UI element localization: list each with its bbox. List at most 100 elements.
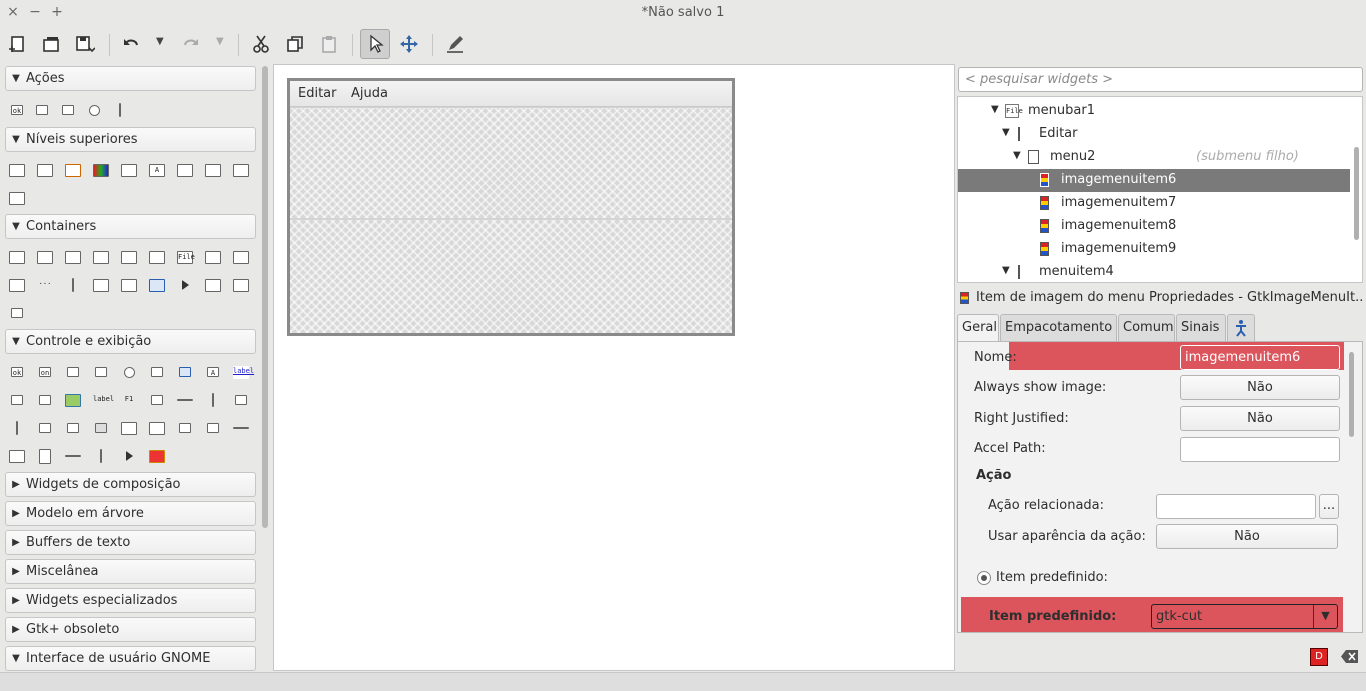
accel-label-icon[interactable]: F1	[119, 390, 139, 410]
frame-icon[interactable]	[119, 247, 139, 267]
design-canvas[interactable]: Editar Ajuda	[273, 64, 955, 671]
hseparator-icon[interactable]	[91, 418, 111, 438]
vscale-icon[interactable]	[203, 390, 223, 410]
hbox-icon[interactable]	[7, 247, 27, 267]
widget-search-input[interactable]: < pesquisar widgets >	[958, 67, 1363, 92]
chevron-down-icon[interactable]: ▼	[1313, 605, 1337, 628]
scrolled-window-icon[interactable]	[7, 303, 27, 323]
menubar-icon[interactable]: File	[175, 247, 195, 267]
vline-icon[interactable]	[91, 446, 111, 466]
volume-button-icon[interactable]	[35, 390, 55, 410]
image-widget-icon[interactable]	[63, 390, 83, 410]
dialog-icon[interactable]	[35, 160, 55, 180]
shapes-icon[interactable]	[147, 446, 167, 466]
icon-view-icon[interactable]	[175, 418, 195, 438]
expander-down-icon[interactable]: ▼	[1002, 127, 1010, 138]
palette-section-containers[interactable]: ▼ Containers	[5, 214, 256, 239]
label-icon[interactable]: label	[91, 390, 114, 410]
open-icon[interactable]	[36, 29, 66, 59]
expander-down-icon[interactable]: ▼	[1002, 265, 1010, 276]
entry-icon[interactable]	[175, 362, 195, 382]
tab-geral[interactable]: Geral	[957, 314, 999, 342]
viewport-icon[interactable]	[231, 275, 251, 295]
tree-row[interactable]: ▼ menu2 (submenu filho)	[958, 146, 1350, 169]
copy-icon[interactable]	[280, 29, 310, 59]
palette-section-acoes[interactable]: ▼ Ações	[5, 66, 256, 91]
use-action-appearance-toggle[interactable]: Não	[1156, 524, 1338, 549]
menu-ajuda[interactable]: Ajuda	[351, 86, 388, 101]
separator-icon[interactable]	[231, 418, 251, 438]
tab-accessibility[interactable]	[1227, 314, 1255, 342]
list-icon[interactable]	[35, 446, 55, 466]
spin-button-icon[interactable]	[91, 362, 111, 382]
color-dialog-icon[interactable]	[91, 160, 111, 180]
tree-scrollbar[interactable]	[1354, 147, 1359, 240]
accel-path-field[interactable]	[1180, 437, 1340, 462]
hscrollbar-icon[interactable]	[231, 390, 251, 410]
hpaned-icon[interactable]	[231, 247, 251, 267]
menu-editar[interactable]: Editar	[298, 86, 337, 101]
recent-action-icon[interactable]	[84, 100, 104, 120]
link-button-icon[interactable]: label	[231, 362, 254, 382]
tree-row[interactable]: imagemenuitem9	[958, 238, 1350, 261]
tree-row[interactable]: ▼ menuitem4	[958, 261, 1350, 282]
clear-icon[interactable]	[1341, 649, 1359, 664]
vbox-icon[interactable]	[35, 247, 55, 267]
alignment-icon[interactable]	[203, 275, 223, 295]
stock-item-radio[interactable]	[977, 571, 991, 585]
tab-empacotamento[interactable]: Empacotamento	[1000, 314, 1117, 342]
combo-box-icon[interactable]	[35, 418, 55, 438]
text-view-icon[interactable]	[119, 418, 139, 438]
font-button-icon[interactable]: A	[203, 362, 223, 382]
arrow-icon[interactable]	[203, 418, 223, 438]
properties-scrollbar[interactable]	[1349, 352, 1354, 437]
eventbox-icon[interactable]	[175, 275, 195, 295]
play-arrow-icon[interactable]	[119, 446, 139, 466]
vbuttonbox-icon[interactable]	[63, 275, 83, 295]
action-group-icon[interactable]	[110, 100, 130, 120]
edit-icon[interactable]	[440, 29, 470, 59]
stock-item-combo[interactable]: gtk-cut ▼	[1151, 604, 1338, 629]
vscrollbar-icon[interactable]	[7, 418, 27, 438]
related-action-browse-button[interactable]: ...	[1319, 494, 1339, 519]
expander-icon[interactable]	[147, 275, 167, 295]
palette-section-miscelanea[interactable]: ▶ Miscelânea	[5, 559, 256, 584]
designed-menubar[interactable]: Editar Ajuda	[290, 81, 732, 107]
fixed-icon[interactable]	[147, 247, 167, 267]
hbuttonbox-icon[interactable]: ···	[35, 275, 55, 295]
image-icon[interactable]	[7, 390, 27, 410]
tree-row[interactable]: imagemenuitem7	[958, 192, 1350, 215]
undo-menu-arrow-icon[interactable]: ▼	[156, 36, 164, 47]
always-show-image-toggle[interactable]: Não	[1180, 375, 1340, 400]
palette-section-widgets-especializados[interactable]: ▶ Widgets especializados	[5, 588, 256, 613]
placeholder-slot[interactable]	[290, 108, 732, 218]
expander-down-icon[interactable]: ▼	[991, 104, 999, 115]
inspector-tree[interactable]: ▼ File menubar1 ▼ Editar ▼ menu2 (submen…	[957, 96, 1363, 283]
related-action-field[interactable]	[1156, 494, 1316, 519]
tab-comum[interactable]: Comum	[1118, 314, 1175, 342]
tab-sinais[interactable]: Sinais	[1176, 314, 1226, 342]
action-icon[interactable]: ok	[7, 100, 27, 120]
file-chooser-button-icon[interactable]	[147, 362, 167, 382]
grid-icon[interactable]	[119, 275, 139, 295]
palette-section-controle-exibicao[interactable]: ▼ Controle e exibição	[5, 329, 256, 354]
toggle-button-icon[interactable]: on	[35, 362, 55, 382]
name-field[interactable]: imagemenuitem6	[1180, 345, 1340, 370]
expander-down-icon[interactable]: ▼	[1013, 150, 1021, 161]
tree-row[interactable]: ▼ File menubar1	[958, 100, 1350, 123]
file-dialog-icon[interactable]	[119, 160, 139, 180]
new-icon[interactable]	[2, 29, 32, 59]
font-dialog-icon[interactable]: A	[147, 160, 167, 180]
radio-button-icon[interactable]	[119, 362, 139, 382]
window-icon[interactable]	[7, 160, 27, 180]
right-justified-toggle[interactable]: Não	[1180, 406, 1340, 431]
palette-section-gtk-obsoleto[interactable]: ▶ Gtk+ obsoleto	[5, 617, 256, 642]
palette-section-niveis-superiores[interactable]: ▼ Níveis superiores	[5, 127, 256, 152]
drag-resize-icon[interactable]	[394, 29, 424, 59]
tree-row[interactable]: imagemenuitem8	[958, 215, 1350, 238]
about-dialog-icon[interactable]	[175, 160, 195, 180]
tree-row-selected[interactable]: imagemenuitem6	[958, 169, 1350, 192]
tree-row[interactable]: ▼ Editar	[958, 123, 1350, 146]
palette-scrollbar[interactable]	[262, 66, 268, 528]
palette-section-modelo-arvore[interactable]: ▶ Modelo em árvore	[5, 501, 256, 526]
